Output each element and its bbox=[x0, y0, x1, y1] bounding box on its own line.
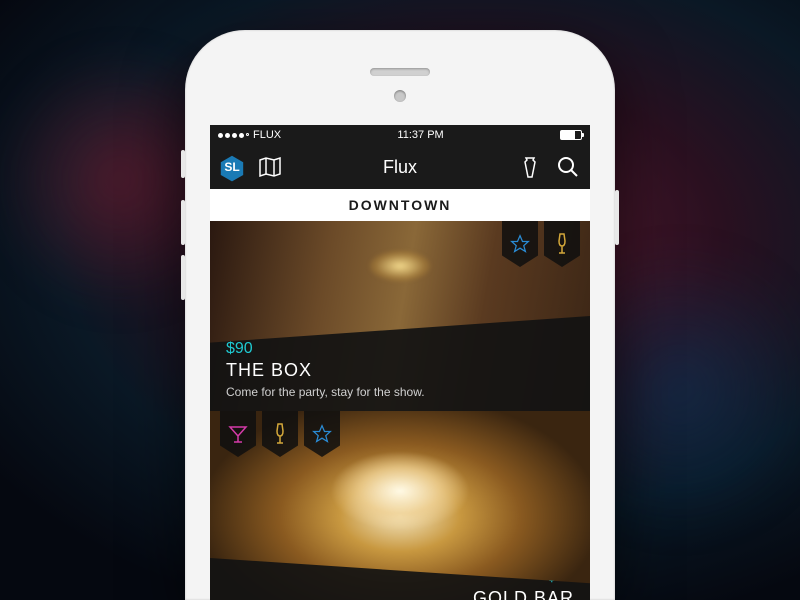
venue-card[interactable]: $90 THE BOX Come for the party, stay for… bbox=[210, 221, 590, 411]
champagne-icon bbox=[555, 233, 569, 255]
star-icon bbox=[510, 234, 530, 254]
phone-volume-up bbox=[181, 200, 185, 245]
carrier-label: FLUX bbox=[253, 129, 281, 141]
profile-badge-button[interactable]: SL bbox=[220, 155, 244, 179]
star-badge[interactable] bbox=[304, 411, 340, 457]
martini-badge[interactable] bbox=[220, 411, 256, 457]
signal-dots-icon bbox=[218, 133, 249, 138]
venue-list[interactable]: $90 THE BOX Come for the party, stay for… bbox=[210, 221, 590, 600]
martini-icon bbox=[228, 424, 248, 444]
phone-mute-switch bbox=[181, 150, 185, 178]
venue-name: THE BOX bbox=[226, 360, 574, 381]
venue-badges bbox=[502, 221, 580, 267]
clock: 11:37 PM bbox=[397, 129, 443, 141]
venue-tagline: Come for the party, stay for the show. bbox=[226, 385, 574, 399]
map-button[interactable] bbox=[258, 155, 282, 179]
profile-badge-text: SL bbox=[224, 160, 239, 174]
status-bar: FLUX 11:37 PM bbox=[210, 125, 590, 145]
section-title: DOWNTOWN bbox=[349, 197, 452, 213]
filter-button[interactable] bbox=[518, 155, 542, 179]
phone-frame: FLUX 11:37 PM SL Flux bbox=[185, 30, 615, 600]
search-button[interactable] bbox=[556, 155, 580, 179]
phone-volume-down bbox=[181, 255, 185, 300]
app-screen: FLUX 11:37 PM SL Flux bbox=[210, 125, 590, 600]
nav-title: Flux bbox=[383, 157, 417, 178]
champagne-icon bbox=[273, 423, 287, 445]
venue-name: GOLD BAR bbox=[226, 588, 574, 600]
shaker-icon bbox=[522, 155, 538, 179]
venue-card[interactable]: $30 GOLD BAR bbox=[210, 411, 590, 600]
champagne-badge[interactable] bbox=[262, 411, 298, 457]
venue-price: $90 bbox=[226, 340, 574, 358]
nav-bar: SL Flux bbox=[210, 145, 590, 189]
search-icon bbox=[557, 156, 579, 178]
battery-icon bbox=[560, 130, 582, 140]
star-icon bbox=[312, 424, 332, 444]
phone-power-button bbox=[615, 190, 619, 245]
map-icon bbox=[258, 156, 282, 178]
venue-badges bbox=[220, 411, 340, 457]
section-header: DOWNTOWN bbox=[210, 189, 590, 221]
champagne-badge[interactable] bbox=[544, 221, 580, 267]
star-badge[interactable] bbox=[502, 221, 538, 267]
